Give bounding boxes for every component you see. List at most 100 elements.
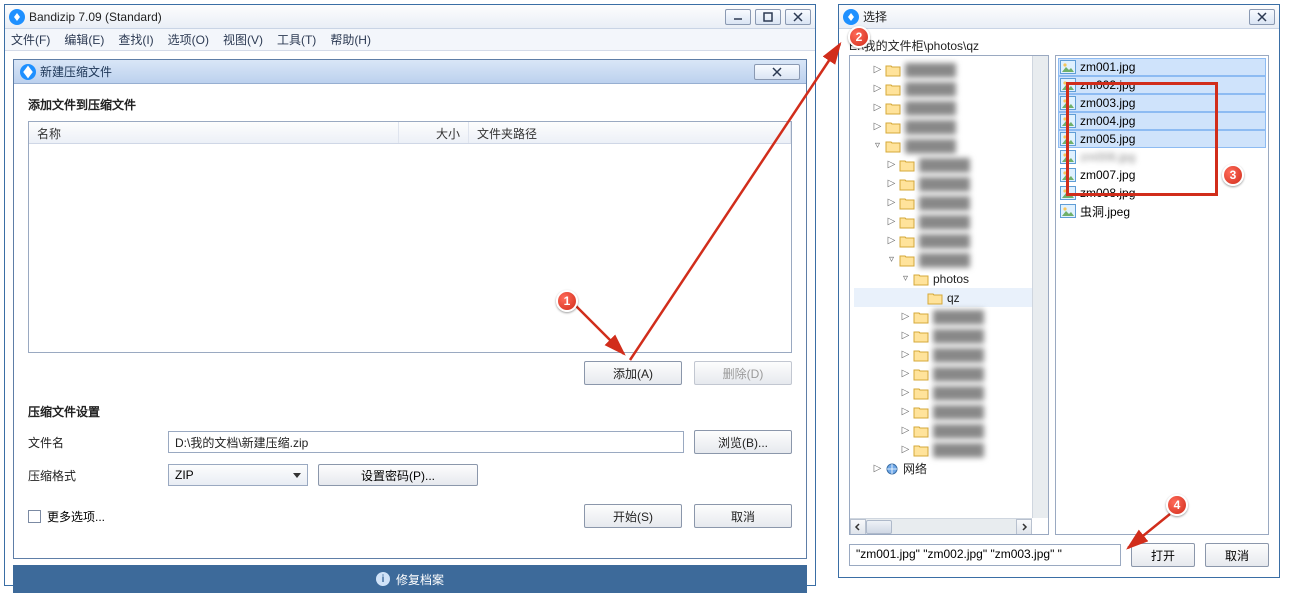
expand-icon[interactable]: ▷ <box>886 235 897 246</box>
menu-edit[interactable]: 编辑(E) <box>64 31 104 48</box>
tree-node[interactable]: ▿photos <box>854 269 1048 288</box>
tree-node[interactable]: ▿██████ <box>854 250 1048 269</box>
expand-icon[interactable]: ▿ <box>872 140 883 151</box>
tree-node[interactable]: ▷██████ <box>854 79 1048 98</box>
menu-find[interactable]: 查找(I) <box>118 31 153 48</box>
close-button[interactable] <box>785 9 811 25</box>
tree-node[interactable]: qz <box>854 288 1048 307</box>
expand-icon[interactable]: ▷ <box>872 64 883 75</box>
expand-icon[interactable]: ▷ <box>900 349 911 360</box>
folder-icon <box>899 215 915 229</box>
menu-file[interactable]: 文件(F) <box>11 31 50 48</box>
tree-label: ██████ <box>905 139 956 153</box>
expand-icon[interactable]: ▷ <box>872 102 883 113</box>
tree-node[interactable]: ▷██████ <box>854 326 1048 345</box>
tree-node[interactable]: ▷██████ <box>854 174 1048 193</box>
tree-node[interactable]: ▷██████ <box>854 364 1048 383</box>
expand-icon[interactable]: ▷ <box>886 197 897 208</box>
callout-3: 3 <box>1222 164 1244 186</box>
tree-node[interactable]: ▷██████ <box>854 440 1048 459</box>
info-icon: i <box>376 572 390 586</box>
expand-icon[interactable]: ▷ <box>872 121 883 132</box>
file-row[interactable]: zm001.jpg <box>1058 58 1266 76</box>
minimize-button[interactable] <box>725 9 751 25</box>
cancel-button[interactable]: 取消 <box>694 504 792 528</box>
more-options-label: 更多选项... <box>47 508 105 525</box>
scroll-right-icon[interactable] <box>1016 519 1032 535</box>
tree-node[interactable]: ▷██████ <box>854 60 1048 79</box>
menu-options[interactable]: 选项(O) <box>168 31 209 48</box>
expand-icon[interactable]: ▷ <box>900 330 911 341</box>
expand-icon[interactable]: ▷ <box>900 368 911 379</box>
expand-icon[interactable]: ▿ <box>886 254 897 265</box>
tree-node[interactable]: ▷██████ <box>854 421 1048 440</box>
tree-node[interactable]: ▿ ██████ <box>854 136 1048 155</box>
expand-icon[interactable]: ▷ <box>886 216 897 227</box>
callout-2: 2 <box>848 26 870 48</box>
folder-icon <box>913 424 929 438</box>
filename-input[interactable] <box>168 431 684 453</box>
filename-box[interactable]: "zm001.jpg" "zm002.jpg" "zm003.jpg" " <box>849 544 1121 566</box>
tree-label: qz <box>947 291 960 305</box>
folder-tree[interactable]: ▷██████▷██████▷██████▷██████▿██████▷████… <box>849 55 1049 535</box>
picker-title: 选择 <box>863 8 1249 25</box>
tree-node[interactable]: ▷██████ <box>854 307 1048 326</box>
dialog-close-button[interactable] <box>754 64 800 80</box>
expand-icon[interactable]: ▷ <box>900 387 911 398</box>
tree-node[interactable]: ▷ ██████ <box>854 345 1048 364</box>
folder-icon <box>899 253 915 267</box>
browse-button[interactable]: 浏览(B)... <box>694 430 792 454</box>
open-button[interactable]: 打开 <box>1131 543 1195 567</box>
set-password-button[interactable]: 设置密码(P)... <box>318 464 478 486</box>
tree-vscroll[interactable] <box>1032 56 1048 518</box>
expand-icon[interactable]: ▷ <box>886 178 897 189</box>
tree-label: ██████ <box>933 348 984 362</box>
filename-label: 文件名 <box>28 434 158 451</box>
menu-tools[interactable]: 工具(T) <box>277 31 316 48</box>
expand-icon[interactable]: ▷ <box>872 463 883 474</box>
maximize-button[interactable] <box>755 9 781 25</box>
tree-network[interactable]: ▷ 网络 <box>854 459 1048 478</box>
tree-node[interactable]: ▷██████ <box>854 383 1048 402</box>
file-row[interactable]: 虫洞.jpeg <box>1058 202 1266 220</box>
picker-app-icon <box>843 9 859 25</box>
more-options-checkbox[interactable] <box>28 510 41 523</box>
tree-node[interactable]: ▷██████ <box>854 212 1048 231</box>
expand-icon[interactable] <box>914 292 925 303</box>
expand-icon[interactable]: ▷ <box>886 159 897 170</box>
picker-titlebar: 选择 <box>839 5 1279 29</box>
col-path[interactable]: 文件夹路径 <box>469 122 791 143</box>
menu-help[interactable]: 帮助(H) <box>330 31 371 48</box>
tree-node[interactable]: ▷██████ <box>854 231 1048 250</box>
picker-cancel-button[interactable]: 取消 <box>1205 543 1269 567</box>
expand-icon[interactable]: ▷ <box>872 83 883 94</box>
tree-label: 网络 <box>903 460 927 477</box>
start-button[interactable]: 开始(S) <box>584 504 682 528</box>
chevron-down-icon <box>293 473 301 478</box>
format-select[interactable]: ZIP <box>168 464 308 486</box>
bandizip-main-window: Bandizip 7.09 (Standard) 文件(F) 编辑(E) 查找(… <box>4 4 816 586</box>
tree-hscroll[interactable] <box>850 518 1032 534</box>
expand-icon[interactable]: ▷ <box>900 311 911 322</box>
col-size[interactable]: 大小 <box>399 122 469 143</box>
tree-node[interactable]: ▷██████ <box>854 155 1048 174</box>
add-button[interactable]: 添加(A) <box>584 361 682 385</box>
main-titlebar: Bandizip 7.09 (Standard) <box>5 5 815 29</box>
expand-icon[interactable]: ▷ <box>900 425 911 436</box>
expand-icon[interactable]: ▷ <box>900 406 911 417</box>
scroll-thumb[interactable] <box>866 520 892 534</box>
expand-icon[interactable]: ▿ <box>900 273 911 284</box>
tree-node[interactable]: ▷██████ <box>854 402 1048 421</box>
col-name[interactable]: 名称 <box>29 122 399 143</box>
scroll-left-icon[interactable] <box>850 519 866 535</box>
tree-node[interactable]: ▷██████ <box>854 117 1048 136</box>
expand-icon[interactable]: ▷ <box>900 444 911 455</box>
image-icon <box>1060 204 1076 218</box>
folder-icon <box>913 386 929 400</box>
picker-close-button[interactable] <box>1249 9 1275 25</box>
menu-view[interactable]: 视图(V) <box>223 31 263 48</box>
tree-node[interactable]: ▷██████ <box>854 193 1048 212</box>
tree-node[interactable]: ▷██████ <box>854 98 1048 117</box>
list-body[interactable] <box>29 144 791 352</box>
settings-heading: 压缩文件设置 <box>28 403 792 420</box>
